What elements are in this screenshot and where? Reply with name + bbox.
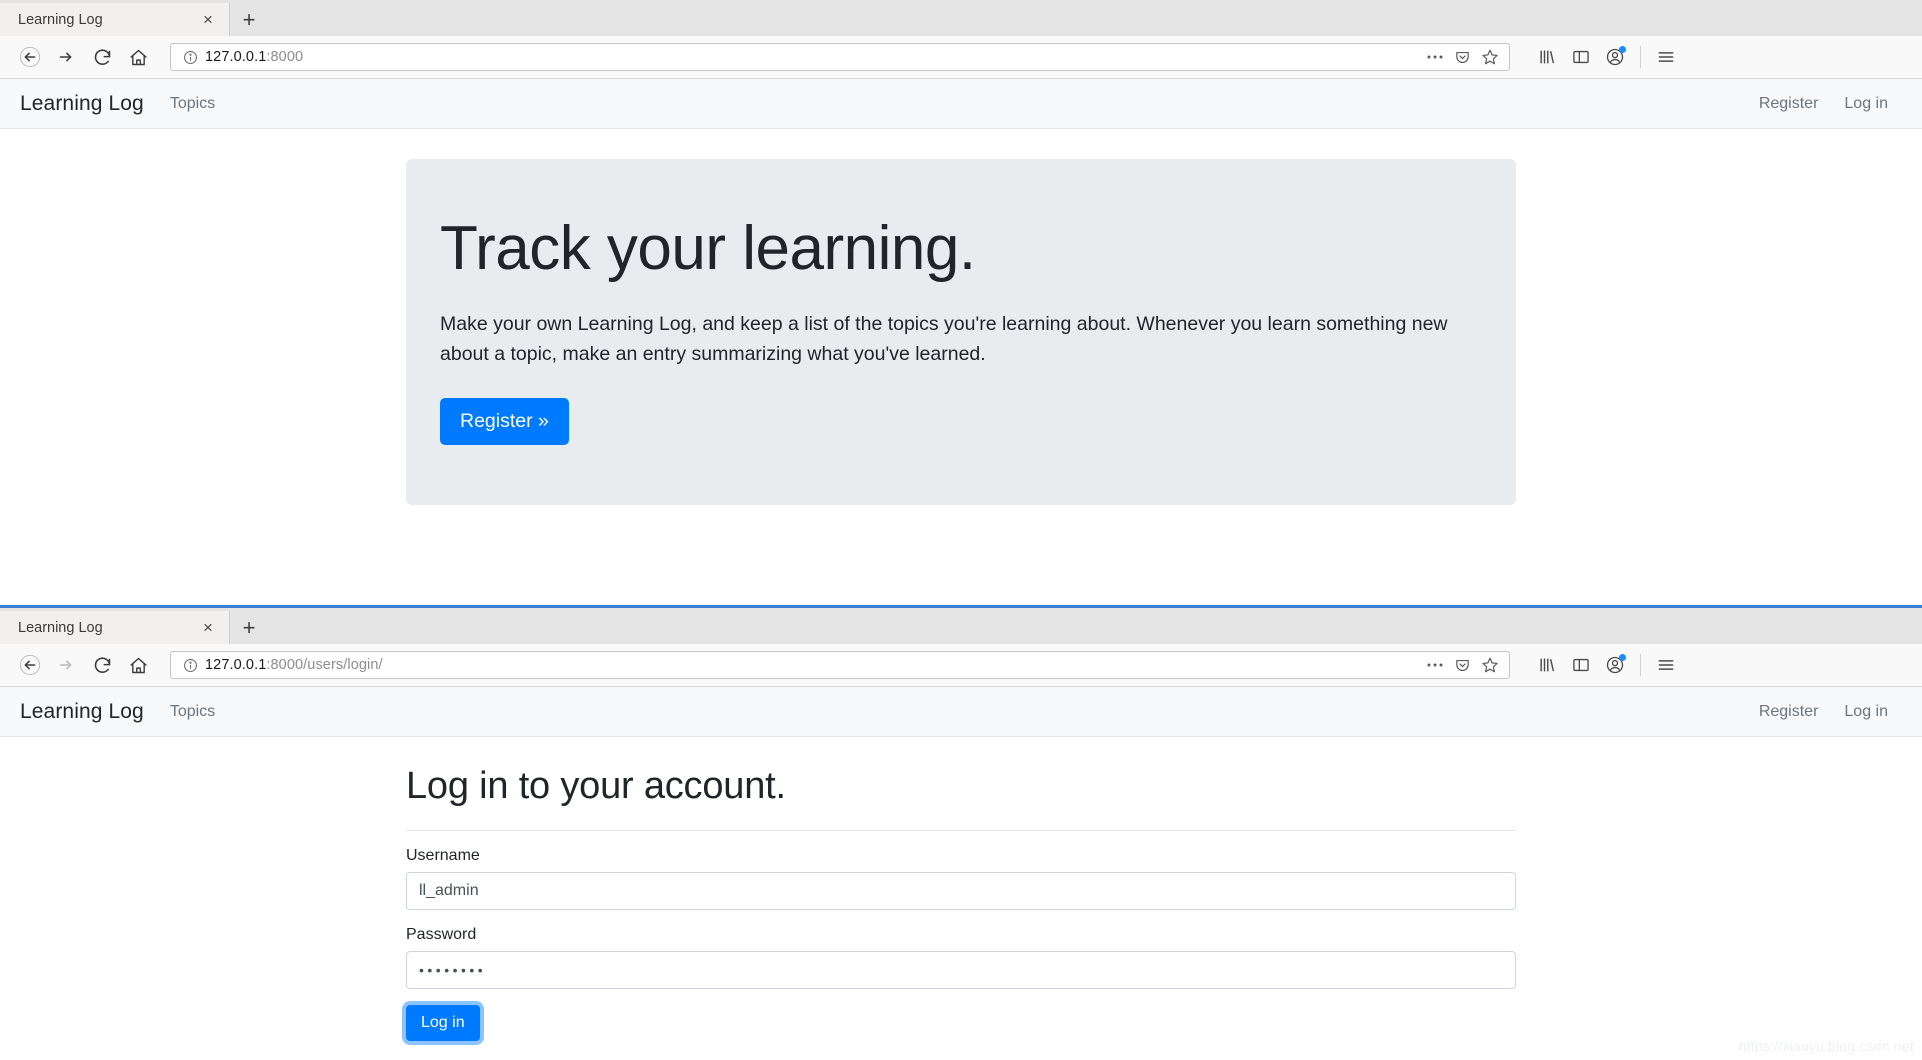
ellipsis-icon[interactable] xyxy=(1426,54,1444,60)
browser-chrome-right xyxy=(1520,650,1681,680)
close-icon[interactable]: × xyxy=(197,9,219,31)
star-icon[interactable] xyxy=(1481,656,1499,674)
info-circle-icon[interactable] xyxy=(179,658,201,673)
reload-icon[interactable] xyxy=(84,649,120,681)
reload-icon[interactable] xyxy=(84,41,120,73)
url-host: 127.0.0.1 xyxy=(205,49,267,65)
address-bar[interactable]: 127.0.0.1:8000/users/login/ xyxy=(170,651,1510,679)
tab-strip: Learning Log × + xyxy=(0,0,1922,36)
page-title: Log in to your account. xyxy=(406,765,786,807)
forward-arrow-icon xyxy=(48,649,84,681)
site-brand[interactable]: Learning Log xyxy=(20,700,144,724)
tab-title: Learning Log xyxy=(18,11,103,28)
new-tab-button[interactable]: + xyxy=(230,3,268,36)
form-actions: Log in xyxy=(406,1005,1516,1041)
username-label: Username xyxy=(406,847,480,864)
close-icon[interactable]: × xyxy=(197,617,219,639)
url-text[interactable]: 127.0.0.1:8000/users/login/ xyxy=(201,657,1426,673)
pocket-icon[interactable] xyxy=(1454,49,1471,66)
nav-link-topics[interactable]: Topics xyxy=(170,95,215,113)
browser-toolbar: 127.0.0.1:8000 xyxy=(0,36,1922,79)
back-arrow-icon[interactable] xyxy=(12,649,48,681)
navbar-right: Register Log in xyxy=(1759,703,1902,721)
login-submit-button[interactable]: Log in xyxy=(406,1005,480,1041)
browser-window-home: Learning Log × + 127.0.0.1:8000 Learning… xyxy=(0,0,1922,505)
toolbar-divider xyxy=(1640,46,1641,68)
browser-tab[interactable]: Learning Log × xyxy=(0,3,230,36)
address-bar-actions xyxy=(1426,656,1501,674)
site-navbar: Learning Log Topics Register Log in xyxy=(0,79,1922,129)
star-icon[interactable] xyxy=(1481,48,1499,66)
browser-tab[interactable]: Learning Log × xyxy=(0,611,230,644)
ellipsis-icon[interactable] xyxy=(1426,662,1444,668)
username-group: Username xyxy=(406,847,1516,910)
register-button[interactable]: Register » xyxy=(440,397,569,445)
url-path: :8000 xyxy=(266,49,304,65)
hamburger-menu-icon[interactable] xyxy=(1651,42,1681,72)
address-bar-actions xyxy=(1426,48,1501,66)
divider xyxy=(406,830,1516,831)
url-host: 127.0.0.1 xyxy=(205,657,267,673)
pocket-icon[interactable] xyxy=(1454,657,1471,674)
forward-arrow-icon[interactable] xyxy=(48,41,84,73)
watermark: https://xiaoyu.blog.csdn.net xyxy=(1738,1038,1914,1054)
password-input[interactable] xyxy=(406,951,1516,989)
nav-link-login[interactable]: Log in xyxy=(1844,95,1888,113)
browser-window-login: Learning Log × + 127.0.0.1:8000/users/lo… xyxy=(0,605,1922,1041)
login-form: Username Password Log in xyxy=(406,847,1516,1041)
page-title: Track your learning. xyxy=(440,214,976,283)
hero-lead-text: Make your own Learning Log, and keep a l… xyxy=(440,313,1448,366)
account-icon[interactable] xyxy=(1600,650,1630,680)
url-text[interactable]: 127.0.0.1:8000 xyxy=(201,49,1426,65)
page-login: Learning Log Topics Register Log in Log … xyxy=(0,687,1922,1041)
tab-title: Learning Log xyxy=(18,619,103,636)
nav-link-register[interactable]: Register xyxy=(1759,703,1819,721)
nav-link-register[interactable]: Register xyxy=(1759,95,1819,113)
nav-link-topics[interactable]: Topics xyxy=(170,703,215,721)
sidebar-icon[interactable] xyxy=(1566,42,1596,72)
hamburger-menu-icon[interactable] xyxy=(1651,650,1681,680)
library-icon[interactable] xyxy=(1532,650,1562,680)
info-circle-icon[interactable] xyxy=(179,50,201,65)
nav-link-login[interactable]: Log in xyxy=(1844,703,1888,721)
new-tab-button[interactable]: + xyxy=(230,611,268,644)
library-icon[interactable] xyxy=(1532,42,1562,72)
password-label: Password xyxy=(406,926,477,943)
toolbar-divider xyxy=(1640,654,1641,676)
url-path: :8000/users/login/ xyxy=(266,657,383,673)
page-home: Learning Log Topics Register Log in Trac… xyxy=(0,79,1922,505)
back-arrow-icon[interactable] xyxy=(12,41,48,73)
account-icon[interactable] xyxy=(1600,42,1630,72)
screenshot-root: Learning Log × + 127.0.0.1:8000 Learning… xyxy=(0,0,1922,1060)
tab-strip: Learning Log × + xyxy=(0,605,1922,644)
navbar-right: Register Log in xyxy=(1759,95,1902,113)
browser-toolbar: 127.0.0.1:8000/users/login/ xyxy=(0,644,1922,687)
address-bar[interactable]: 127.0.0.1:8000 xyxy=(170,43,1510,71)
browser-chrome-right xyxy=(1520,42,1681,72)
site-brand[interactable]: Learning Log xyxy=(20,92,144,116)
login-container: Log in to your account. Username Passwor… xyxy=(406,737,1516,1041)
home-icon[interactable] xyxy=(120,41,156,73)
home-icon[interactable] xyxy=(120,649,156,681)
site-navbar: Learning Log Topics Register Log in xyxy=(0,687,1922,737)
account-notification-badge xyxy=(1619,46,1626,53)
username-input[interactable] xyxy=(406,872,1516,910)
account-notification-badge xyxy=(1619,654,1626,661)
password-group: Password xyxy=(406,926,1516,989)
sidebar-icon[interactable] xyxy=(1566,650,1596,680)
content-container: Track your learning. Make your own Learn… xyxy=(406,159,1516,505)
hero-jumbotron: Track your learning. Make your own Learn… xyxy=(406,159,1516,505)
